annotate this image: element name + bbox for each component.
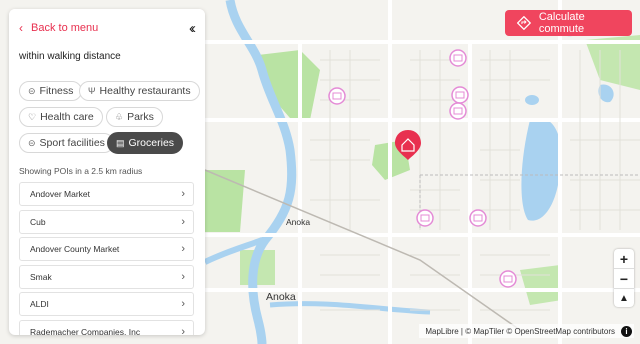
route-icon bbox=[517, 16, 531, 30]
double-chevron-left-icon: ‹‹ bbox=[189, 19, 196, 37]
chevron-right-icon: › bbox=[181, 298, 185, 311]
poi-marker[interactable] bbox=[449, 102, 467, 120]
radius-note: Showing POIs in a 2.5 km radius bbox=[19, 166, 143, 176]
poi-marker[interactable] bbox=[499, 270, 517, 288]
list-item[interactable]: Smak › bbox=[19, 264, 194, 289]
poi-marker[interactable] bbox=[328, 87, 346, 105]
chevron-right-icon: › bbox=[181, 188, 185, 200]
panel-header: ‹ Back to menu ‹‹ bbox=[9, 9, 205, 47]
zoom-controls: + − ▲ bbox=[614, 249, 634, 307]
list-item[interactable]: Rademacher Companies, Inc › bbox=[19, 319, 194, 335]
chip-sport-facilities[interactable]: ⊝ Sport facilities bbox=[19, 133, 114, 153]
tree-icon: ♧ bbox=[115, 111, 124, 122]
compass-button[interactable]: ▲ bbox=[614, 289, 634, 308]
poi-marker[interactable] bbox=[451, 86, 469, 104]
poi-name: Cub bbox=[30, 216, 46, 227]
list-item[interactable]: Cub › bbox=[19, 209, 194, 234]
info-icon[interactable]: i bbox=[621, 325, 632, 337]
park-area bbox=[205, 170, 245, 232]
lake bbox=[525, 95, 539, 105]
chevron-right-icon: › bbox=[181, 325, 185, 335]
chip-label: Healthy restaurants bbox=[99, 85, 191, 97]
chip-label: Parks bbox=[127, 111, 154, 123]
calculate-commute-button[interactable]: Calculate commute bbox=[505, 10, 632, 36]
town-label-large: Anoka bbox=[266, 291, 296, 303]
chip-label: Health care bbox=[40, 111, 94, 123]
chip-groceries[interactable]: ▤ Groceries bbox=[107, 132, 184, 154]
chip-healthy-restaurants[interactable]: Ψ Healthy restaurants bbox=[79, 81, 200, 101]
chevron-right-icon: › bbox=[181, 270, 185, 283]
store-icon: ▤ bbox=[116, 137, 125, 148]
zoom-in-button[interactable]: + bbox=[614, 249, 634, 269]
chip-parks[interactable]: ♧ Parks bbox=[106, 107, 163, 127]
poi-name: Smak bbox=[30, 271, 52, 282]
back-link-label: Back to menu bbox=[31, 22, 99, 34]
cutlery-icon: Ψ bbox=[88, 86, 96, 96]
poi-name: Andover Market bbox=[30, 189, 90, 199]
chip-label: Groceries bbox=[128, 137, 175, 149]
back-to-menu-link[interactable]: ‹ Back to menu bbox=[19, 21, 98, 35]
list-item[interactable]: ALDI › bbox=[19, 292, 194, 317]
collapse-panel-button[interactable]: ‹‹ bbox=[189, 19, 196, 37]
town-label-small: Anoka bbox=[286, 217, 310, 227]
dumbbell-icon: ⊝ bbox=[28, 137, 36, 148]
poi-name: Rademacher Companies, Inc bbox=[30, 326, 141, 335]
dumbbell-icon: ⊝ bbox=[28, 85, 36, 96]
chevron-left-icon: ‹ bbox=[19, 21, 23, 35]
poi-name: Andover County Market bbox=[30, 244, 120, 255]
poi-panel: ‹ Back to menu ‹‹ within walking distanc… bbox=[9, 9, 205, 335]
list-item[interactable]: Andover County Market › bbox=[19, 237, 194, 262]
chevron-right-icon: › bbox=[181, 215, 185, 228]
compass-icon: ▲ bbox=[619, 293, 629, 304]
poi-marker[interactable] bbox=[469, 209, 487, 227]
commute-button-label: Calculate commute bbox=[538, 11, 585, 35]
chip-label: Sport facilities bbox=[39, 137, 105, 149]
chip-label: Fitness bbox=[39, 85, 74, 97]
poi-marker[interactable] bbox=[416, 209, 434, 227]
intro-text: within walking distance bbox=[19, 51, 121, 62]
chip-health-care[interactable]: ♡ Health care bbox=[19, 107, 103, 127]
poi-name: ALDI bbox=[30, 299, 49, 310]
poi-marker[interactable] bbox=[449, 49, 467, 67]
chevron-right-icon: › bbox=[181, 243, 185, 256]
chip-fitness[interactable]: ⊝ Fitness bbox=[19, 81, 83, 101]
attribution-text[interactable]: MapLibre | © MapTiler © OpenStreetMap co… bbox=[425, 327, 615, 336]
poi-list: Andover Market › Cub › Andover County Ma… bbox=[19, 182, 194, 335]
heart-icon: ♡ bbox=[28, 111, 37, 122]
map-attribution: MapLibre | © MapTiler © OpenStreetMap co… bbox=[419, 324, 634, 338]
zoom-out-button[interactable]: − bbox=[614, 269, 634, 289]
list-item[interactable]: Andover Market › bbox=[19, 182, 194, 206]
